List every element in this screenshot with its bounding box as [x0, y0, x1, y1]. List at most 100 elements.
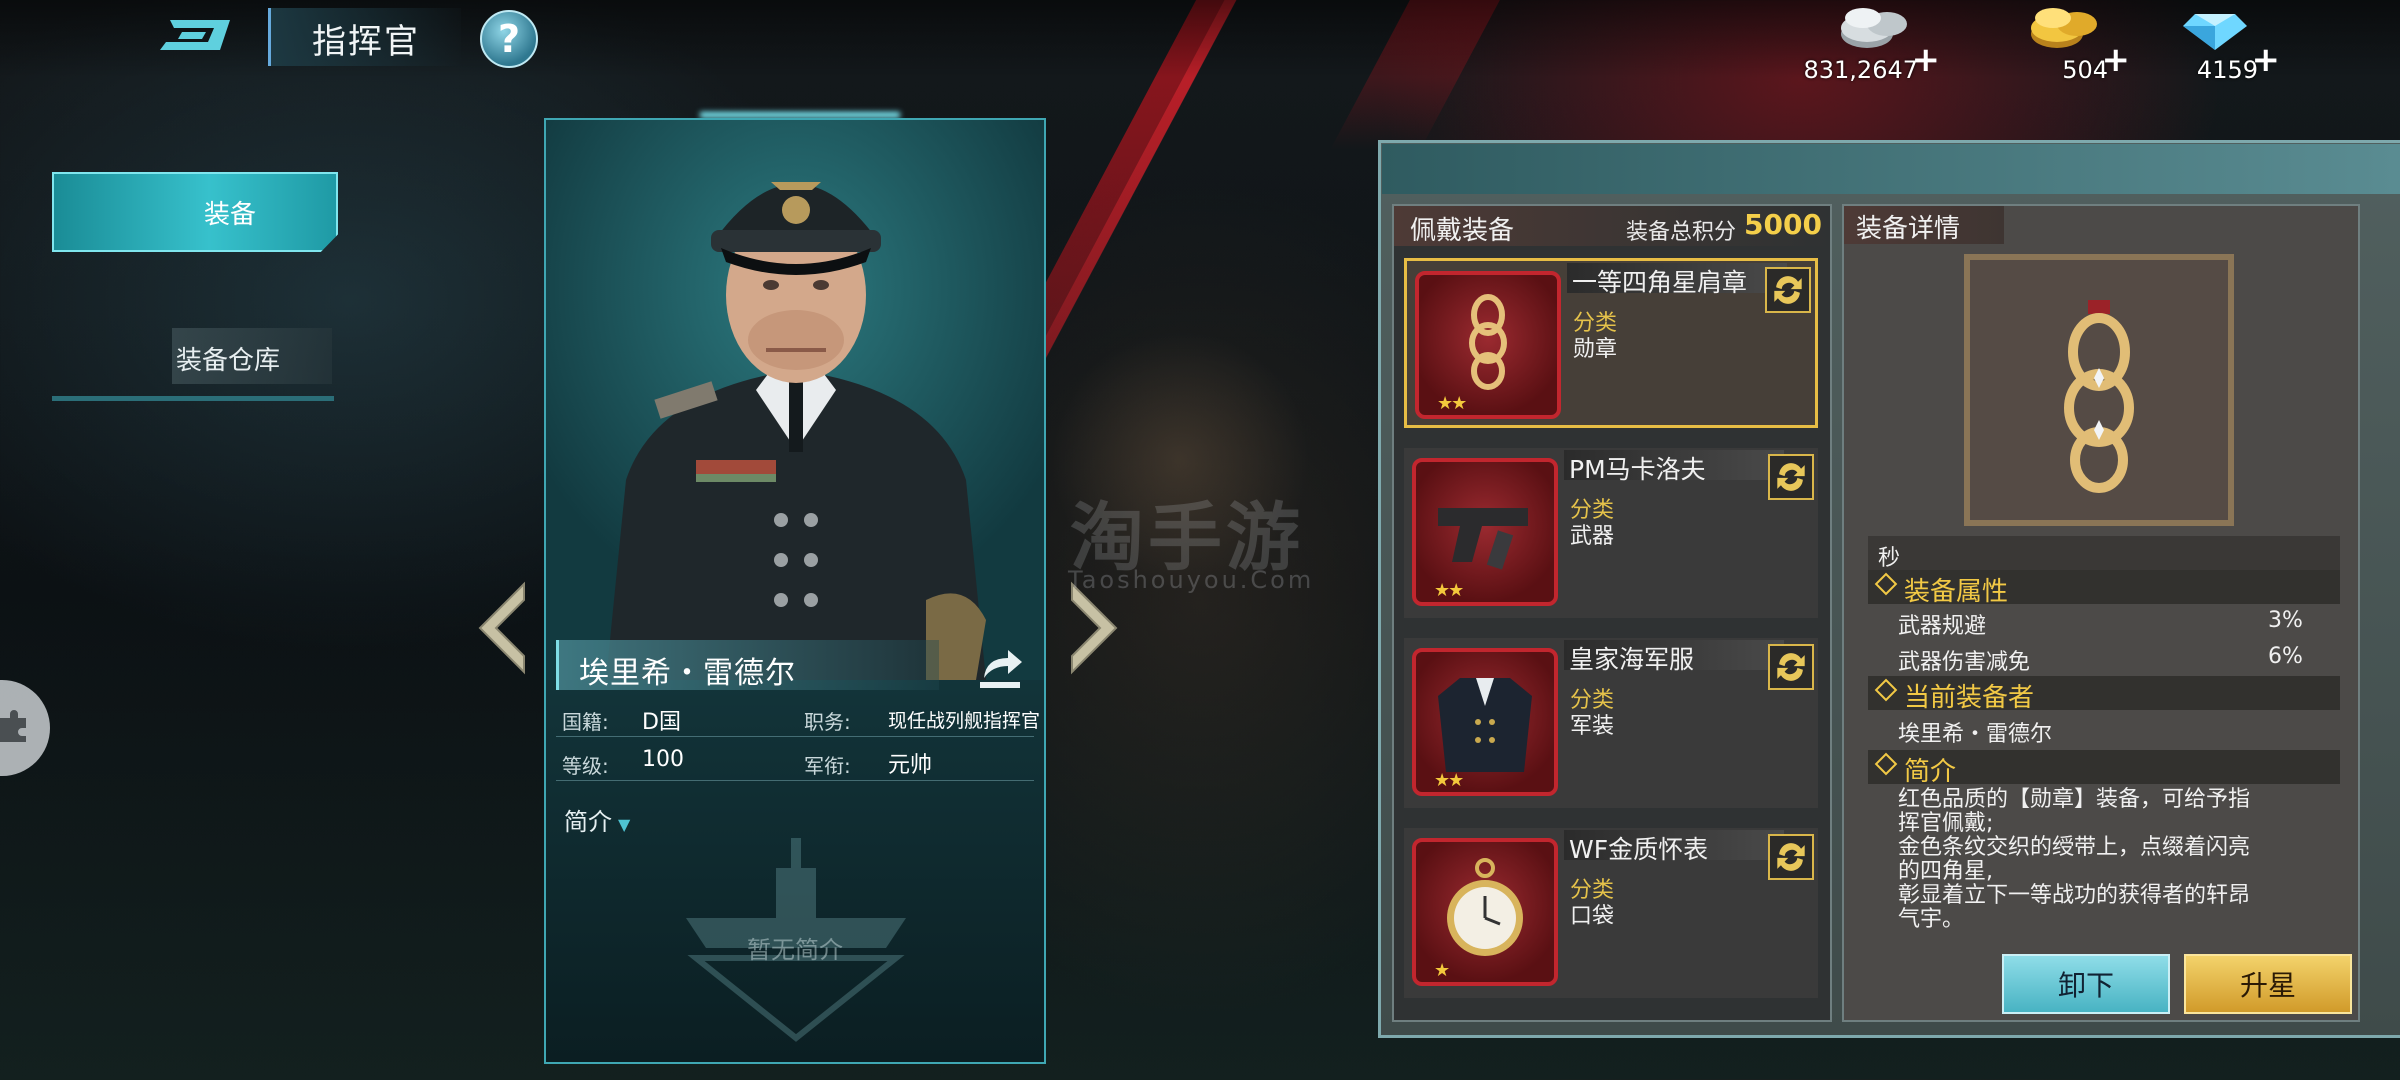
- gold-coins-icon: [2031, 8, 2097, 48]
- gold-plus-icon[interactable]: +: [2102, 40, 2131, 80]
- info-divider: [556, 780, 1034, 781]
- swap-icon[interactable]: [1768, 454, 1814, 500]
- attr-name: 武器伤害减免: [1898, 650, 2031, 675]
- intro-text: 红色品质的【勋章】装备，可给予指 挥官佩戴; 金色条纹交织的绶带上，点缀着闪亮 …: [1898, 788, 2250, 932]
- position-value: 现任战列舰指挥官: [888, 710, 1041, 732]
- item-stars: ★★: [1437, 393, 1467, 414]
- diamond-plus-icon[interactable]: +: [2252, 40, 2281, 80]
- silver-coins-icon: [1841, 8, 1907, 48]
- attr-section-header: 装备属性: [1868, 570, 2340, 607]
- rank-label: 军衔:: [804, 754, 851, 778]
- score-label: 装备总积分: [1626, 220, 1737, 245]
- intro-line: 金色条纹交织的绶带上，点缀着闪亮: [1898, 835, 2251, 860]
- item-name: 皇家海军服: [1569, 645, 1695, 674]
- diamond-bullet-icon: [1874, 572, 1898, 596]
- equip-item[interactable]: ★ WF金质怀表 分类 口袋: [1404, 828, 1818, 998]
- page-title: 指挥官: [312, 22, 420, 62]
- item-stars: ★★: [1434, 580, 1464, 601]
- intro-line: 红色品质的【勋章】装备，可给予指: [1898, 787, 2251, 812]
- chevron-down-icon: ▼: [618, 815, 631, 834]
- equip-item[interactable]: ★★ 皇家海军服 分类 军装: [1404, 638, 1818, 808]
- item-icon-frame: ★★: [1412, 458, 1558, 606]
- swap-icon[interactable]: [1768, 644, 1814, 690]
- share-icon[interactable]: [974, 642, 1026, 690]
- equip-item[interactable]: ★★ PM马卡洛夫 分类 武器: [1404, 448, 1818, 618]
- menu-equip-label: 装备: [203, 200, 256, 230]
- diamond-bullet-icon: [1874, 678, 1898, 702]
- detail-top-row: 秒: [1868, 536, 2340, 571]
- silver-plus-icon[interactable]: +: [1912, 40, 1941, 80]
- diamond-value: 4159: [2196, 56, 2258, 84]
- owner-title: 当前装备者: [1904, 683, 2035, 713]
- intro-toggle[interactable]: 简介 ▼: [564, 802, 630, 837]
- swap-icon[interactable]: [1768, 834, 1814, 880]
- item-category: 武器: [1570, 524, 1615, 549]
- upgrade-star-button[interactable]: 升星: [2184, 954, 2352, 1014]
- intro-title: 简介: [1904, 757, 1957, 787]
- equip-item[interactable]: ★★ 一等四角星肩章 分类 勋章: [1404, 258, 1818, 428]
- nationality-label: 国籍:: [562, 710, 609, 734]
- equipped-title: 佩戴装备: [1410, 216, 1515, 246]
- watermark-sub: Taoshouyou.Com: [1068, 566, 1315, 594]
- intro-line: 彰显着立下一等战功的获得者的轩昂: [1898, 883, 2251, 908]
- silver-value: 831,2647: [1803, 56, 1918, 84]
- equipped-list: 佩戴装备 装备总积分 5000 ★★ 一等四角星肩章 分类 勋章 ★★ PM马卡…: [1392, 204, 1832, 1022]
- item-category: 军装: [1570, 714, 1615, 739]
- item-icon-frame: ★★: [1415, 271, 1561, 419]
- intro-line: 挥官佩戴;: [1898, 811, 1994, 836]
- help-button[interactable]: ?: [480, 10, 538, 68]
- swap-icon[interactable]: [1765, 267, 1811, 313]
- menu-warehouse-label: 装备仓库: [175, 346, 280, 376]
- item-category: 口袋: [1570, 904, 1615, 929]
- item-name: PM马卡洛夫: [1569, 455, 1706, 484]
- item-name: 一等四角星肩章: [1572, 268, 1748, 297]
- nationality-value: D国: [642, 710, 681, 735]
- detail-image-frame: [1964, 254, 2234, 526]
- detail-title: 装备详情: [1856, 214, 1961, 244]
- menu-equip-tab[interactable]: 装备: [52, 172, 338, 252]
- menu-warehouse-tab[interactable]: 装备仓库: [52, 324, 334, 401]
- unequip-button[interactable]: 卸下: [2002, 954, 2170, 1014]
- score-value: 5000: [1744, 208, 1822, 241]
- side-drawer-tab[interactable]: [0, 680, 50, 776]
- equipment-panel-top: [1382, 144, 2400, 194]
- puzzle-icon: [0, 710, 26, 742]
- prev-arrow-icon[interactable]: [474, 580, 530, 676]
- commander-name: 埃里希・雷德尔: [579, 656, 796, 691]
- next-arrow-icon[interactable]: [1066, 580, 1122, 676]
- item-stars: ★: [1434, 960, 1450, 981]
- info-divider: [556, 736, 1034, 737]
- item-icon-frame: ★★: [1412, 648, 1558, 796]
- commander-name-plate: 埃里希・雷德尔: [556, 640, 939, 691]
- currency-diamond[interactable]: 4159 +: [2150, 4, 2280, 84]
- equipped-header: 佩戴装备 装备总积分 5000: [1394, 206, 1830, 246]
- attr-title: 装备属性: [1904, 577, 2009, 607]
- intro-section-header: 简介: [1868, 750, 2340, 787]
- question-icon: ?: [497, 17, 521, 61]
- no-intro-text: 暂无简介: [747, 936, 843, 964]
- attr-value: 6%: [2268, 644, 2303, 669]
- owner-section-header: 当前装备者: [1868, 676, 2340, 713]
- level-label: 等级:: [562, 754, 609, 778]
- back-logo-icon[interactable]: [160, 12, 240, 58]
- item-stars: ★★: [1434, 770, 1464, 791]
- position-label: 职务:: [804, 710, 851, 734]
- intro-toggle-label: 简介: [564, 808, 612, 836]
- diamond-icon: [2183, 14, 2247, 50]
- attr-name: 武器规避: [1898, 614, 1987, 639]
- level-value: 100: [642, 747, 684, 772]
- rank-value: 元帅: [888, 753, 933, 778]
- equipment-detail: 装备详情 秒 装备属性 武器规避 3% 武器伤害减免 6% 当前装备者 埃里希・…: [1842, 204, 2360, 1022]
- commander-portrait: [546, 120, 1044, 680]
- attr-value: 3%: [2268, 608, 2303, 633]
- currency-gold[interactable]: 504 +: [2000, 4, 2130, 84]
- intro-line: 的四角星,: [1898, 859, 1993, 884]
- currency-silver[interactable]: 831,2647 +: [1803, 4, 1941, 84]
- item-icon-frame: ★: [1412, 838, 1558, 986]
- item-category: 勋章: [1573, 337, 1618, 362]
- owner-name: 埃里希・雷德尔: [1898, 722, 2053, 747]
- diamond-bullet-icon: [1874, 752, 1898, 776]
- commander-card: 埃里希・雷德尔 国籍: D国 职务: 现任战列舰指挥官 等级: 100 军衔: …: [544, 118, 1046, 1064]
- detail-top-text: 秒: [1878, 546, 1901, 571]
- detail-header: 装备详情: [1844, 206, 2004, 244]
